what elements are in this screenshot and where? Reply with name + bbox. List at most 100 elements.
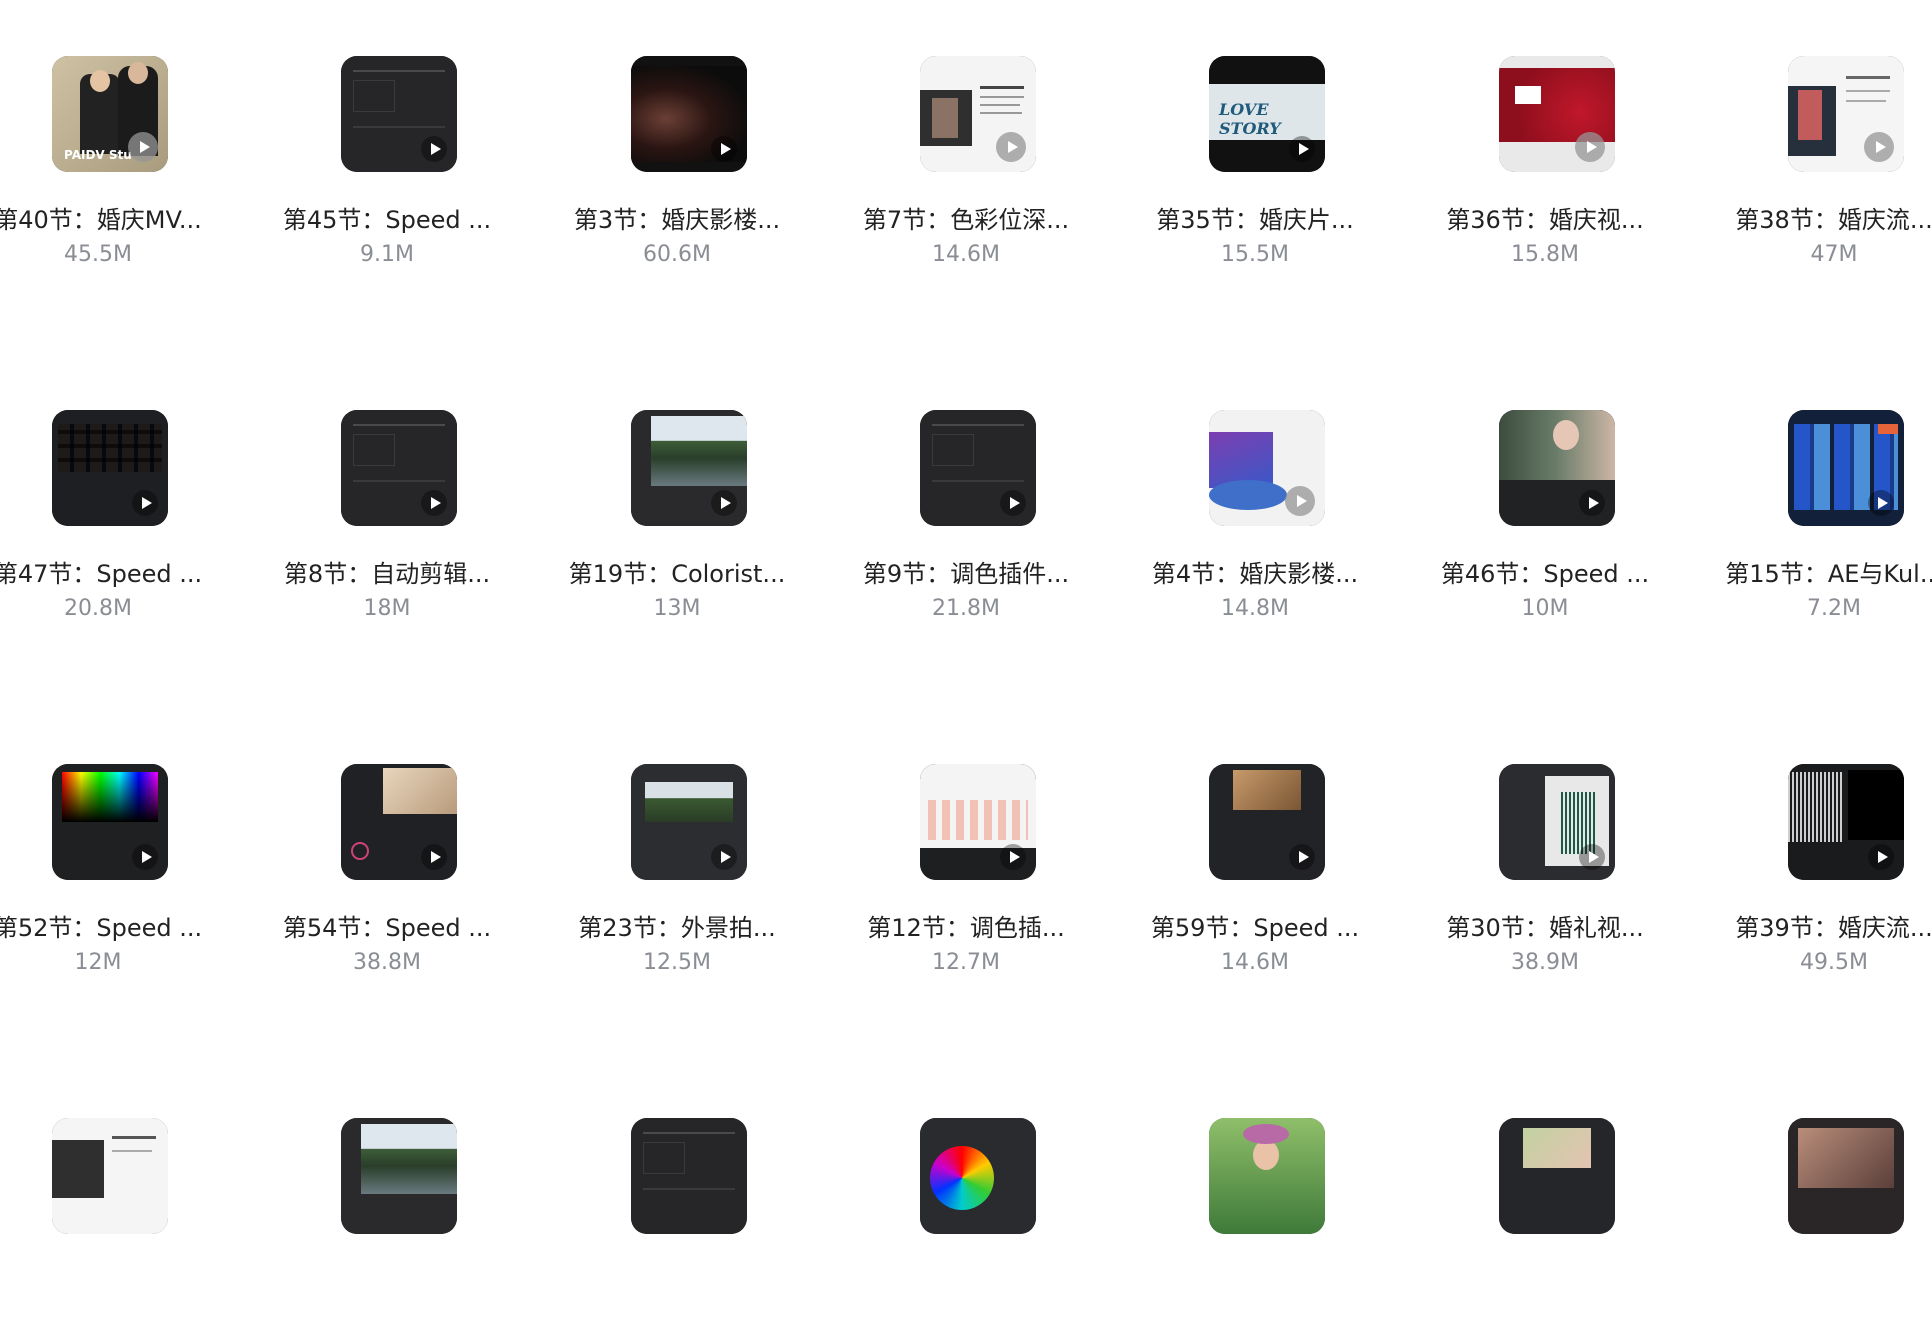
file-tile[interactable]: 第59节：Speed ... 14.6M <box>1111 708 1399 975</box>
video-thumbnail[interactable] <box>341 56 457 172</box>
file-size: 10M <box>1521 596 1569 621</box>
video-thumbnail[interactable] <box>1209 764 1325 880</box>
play-icon <box>132 844 158 870</box>
video-thumbnail[interactable] <box>1788 764 1904 880</box>
file-size: 12.7M <box>932 950 1000 975</box>
file-tile[interactable]: 第46节：Speed ... 10M <box>1401 354 1689 621</box>
file-size: 12M <box>74 950 122 975</box>
video-thumbnail[interactable] <box>52 764 168 880</box>
file-size: 21.8M <box>932 596 1000 621</box>
play-icon <box>421 844 447 870</box>
file-size: 45.5M <box>64 242 132 267</box>
file-tile[interactable] <box>1401 1062 1689 1322</box>
file-name: 第39节：婚庆流... <box>1735 914 1932 942</box>
file-size: 20.8M <box>64 596 132 621</box>
file-size: 49.5M <box>1800 950 1868 975</box>
file-tile[interactable]: 第12节：调色插... 12.7M <box>822 708 1110 975</box>
file-tile[interactable]: 第36节：婚庆视... 15.8M <box>1401 0 1689 267</box>
video-thumbnail[interactable] <box>631 410 747 526</box>
video-thumbnail[interactable] <box>1209 1118 1325 1234</box>
file-size: 12.5M <box>643 950 711 975</box>
file-tile[interactable]: 第38节：婚庆流... 47M <box>1690 0 1932 267</box>
file-name: 第30节：婚礼视... <box>1446 914 1644 942</box>
file-name: 第9节：调色插件... <box>862 560 1070 588</box>
file-tile[interactable] <box>243 1062 531 1322</box>
file-tile[interactable]: 第52节：Speed ... 12M <box>0 708 242 975</box>
file-name: 第54节：Speed ... <box>282 914 492 942</box>
video-thumbnail[interactable] <box>920 410 1036 526</box>
file-tile[interactable]: 第23节：外景拍... 12.5M <box>533 708 821 975</box>
file-tile[interactable] <box>822 1062 1110 1322</box>
video-thumbnail[interactable] <box>1788 56 1904 172</box>
file-name: 第23节：外景拍... <box>578 914 776 942</box>
file-name: 第38节：婚庆流... <box>1735 206 1932 234</box>
file-tile[interactable] <box>1690 1062 1932 1322</box>
file-tile[interactable]: PAIDV Stu 第40节：婚庆MV... 45.5M <box>0 0 242 267</box>
video-thumbnail[interactable] <box>920 56 1036 172</box>
file-tile[interactable]: 第7节：色彩位深... 14.6M <box>822 0 1110 267</box>
video-thumbnail[interactable] <box>1499 56 1615 172</box>
file-name: 第59节：Speed ... <box>1150 914 1360 942</box>
file-name: 第46节：Speed ... <box>1440 560 1650 588</box>
file-tile[interactable]: LOVE STORY 第35节：婚庆片... 15.5M <box>1111 0 1399 267</box>
video-thumbnail[interactable] <box>920 764 1036 880</box>
play-icon <box>132 490 158 516</box>
file-tile[interactable] <box>0 1062 242 1322</box>
file-tile[interactable]: 第30节：婚礼视... 38.9M <box>1401 708 1689 975</box>
play-icon <box>711 490 737 516</box>
play-icon <box>711 844 737 870</box>
play-icon <box>1000 844 1026 870</box>
video-thumbnail[interactable] <box>920 1118 1036 1234</box>
file-tile[interactable]: 第4节：婚庆影楼... 14.8M <box>1111 354 1399 621</box>
video-thumbnail[interactable] <box>1209 410 1325 526</box>
video-thumbnail[interactable] <box>1499 764 1615 880</box>
video-thumbnail[interactable]: PAIDV Stu <box>52 56 168 172</box>
play-icon <box>1000 490 1026 516</box>
file-tile[interactable]: 第54节：Speed ... 38.8M <box>243 708 531 975</box>
file-size: 15.5M <box>1221 242 1289 267</box>
file-tile[interactable]: 第45节：Speed ... 9.1M <box>243 0 531 267</box>
video-thumbnail[interactable] <box>631 56 747 172</box>
file-name: 第45节：Speed ... <box>282 206 492 234</box>
file-name: 第52节：Speed ... <box>0 914 203 942</box>
play-icon <box>1579 490 1605 516</box>
file-tile[interactable]: 第9节：调色插件... 21.8M <box>822 354 1110 621</box>
file-tile[interactable]: 第47节：Speed ... 20.8M <box>0 354 242 621</box>
file-size: 14.8M <box>1221 596 1289 621</box>
file-tile[interactable]: 第19节：Colorist... 13M <box>533 354 821 621</box>
video-thumbnail[interactable] <box>631 764 747 880</box>
play-icon <box>711 136 737 162</box>
file-size: 60.6M <box>643 242 711 267</box>
file-tile[interactable]: 第39节：婚庆流... 49.5M <box>1690 708 1932 975</box>
file-size: 9.1M <box>360 242 414 267</box>
play-icon <box>1868 844 1894 870</box>
file-tile[interactable]: 第15节：AE与Kul... 7.2M <box>1690 354 1932 621</box>
video-thumbnail[interactable] <box>52 1118 168 1234</box>
video-thumbnail[interactable] <box>341 1118 457 1234</box>
file-tile[interactable]: 第8节：自动剪辑... 18M <box>243 354 531 621</box>
file-tile[interactable] <box>1111 1062 1399 1322</box>
video-thumbnail[interactable] <box>341 410 457 526</box>
file-size: 13M <box>653 596 701 621</box>
file-name: 第47节：Speed ... <box>0 560 203 588</box>
play-icon <box>1285 486 1315 516</box>
play-icon <box>1289 136 1315 162</box>
video-thumbnail[interactable] <box>341 764 457 880</box>
file-tile[interactable] <box>533 1062 821 1322</box>
video-thumbnail[interactable] <box>631 1118 747 1234</box>
play-icon <box>1579 844 1605 870</box>
file-name: 第7节：色彩位深... <box>862 206 1070 234</box>
video-thumbnail[interactable]: LOVE STORY <box>1209 56 1325 172</box>
video-thumbnail[interactable] <box>52 410 168 526</box>
video-thumbnail[interactable] <box>1499 410 1615 526</box>
video-thumbnail[interactable] <box>1788 1118 1904 1234</box>
video-thumbnail[interactable] <box>1788 410 1904 526</box>
play-icon <box>1289 844 1315 870</box>
file-name: 第12节：调色插... <box>867 914 1065 942</box>
video-thumbnail[interactable] <box>1499 1118 1615 1234</box>
file-tile[interactable]: 第3节：婚庆影楼... 60.6M <box>533 0 821 267</box>
file-size: 14.6M <box>932 242 1000 267</box>
file-size: 15.8M <box>1511 242 1579 267</box>
file-size: 38.8M <box>353 950 421 975</box>
file-name: 第40节：婚庆MV... <box>0 206 202 234</box>
